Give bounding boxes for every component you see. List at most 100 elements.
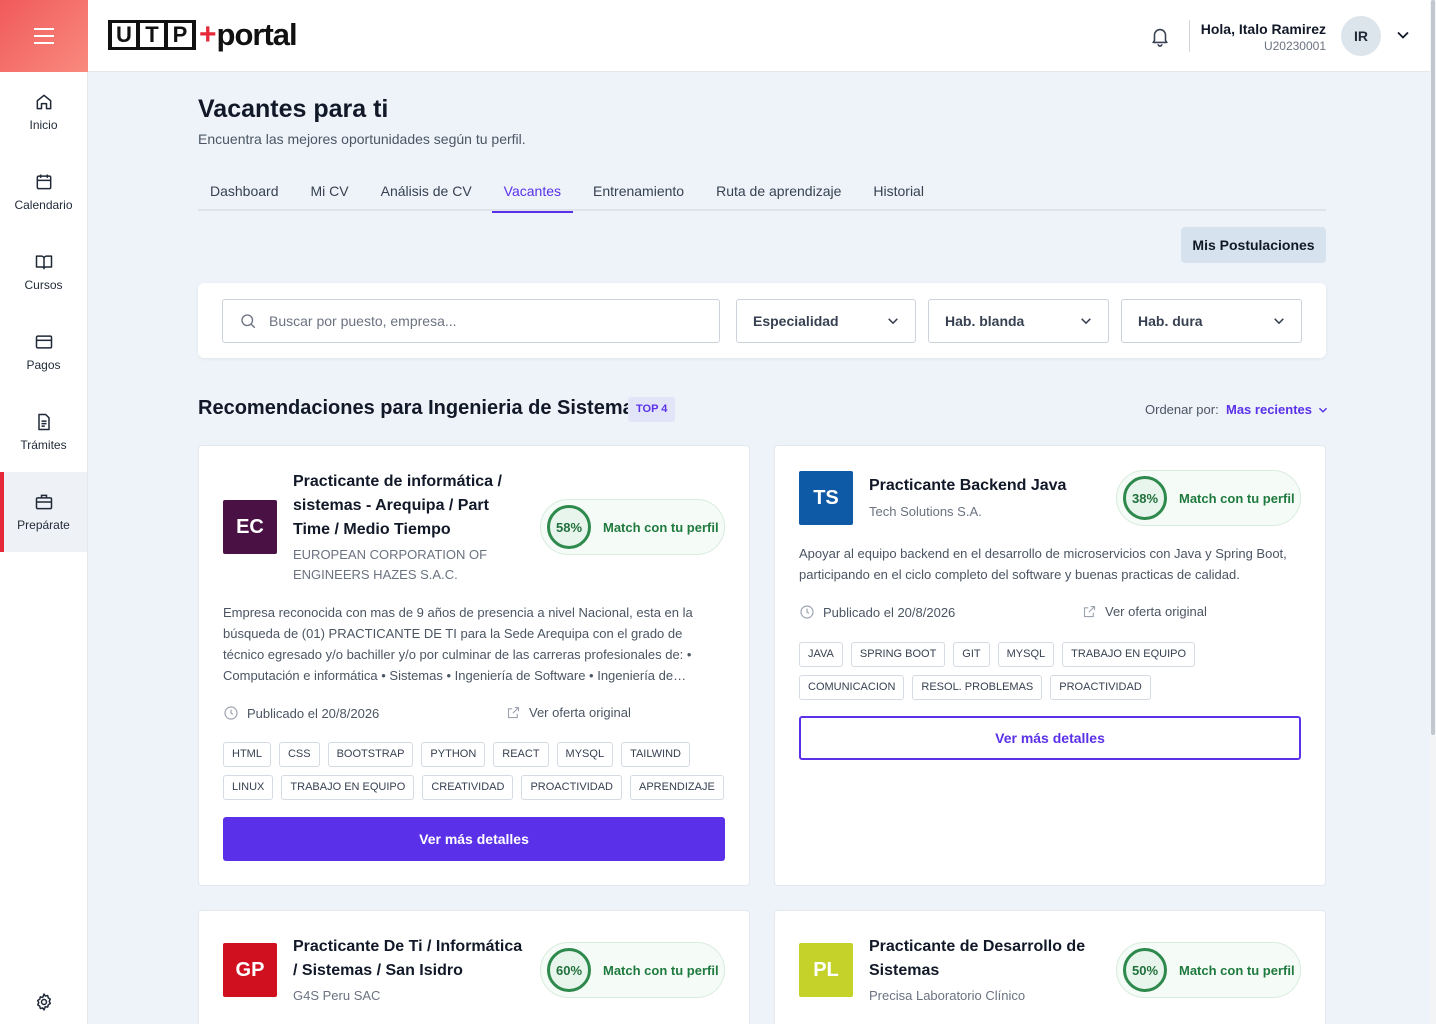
skill-tags: JAVA SPRING BOOT GIT MYSQL TRABAJO EN EQ… xyxy=(799,642,1299,700)
user-greeting: Hola, Italo Ramirez xyxy=(1200,21,1326,37)
gear-icon xyxy=(37,993,51,1011)
match-percent: 38% xyxy=(1123,476,1167,520)
hab-dura-select[interactable]: Hab. dura xyxy=(1121,299,1302,343)
job-card: EC Practicante de informática / sistemas… xyxy=(198,445,750,886)
skill-tag: APRENDIZAJE xyxy=(629,775,724,800)
chevron-down-icon xyxy=(1318,407,1328,413)
briefcase-icon xyxy=(35,494,52,510)
scroll-thumb[interactable] xyxy=(1431,0,1435,735)
skill-tag: CSS xyxy=(278,742,320,767)
sidebar: Inicio Calendario Cursos Pagos Trámites … xyxy=(0,0,88,1024)
company-name: EUROPEAN CORPORATION OF ENGINEERS HAZES … xyxy=(293,547,488,582)
external-link-icon xyxy=(1083,605,1096,618)
avatar[interactable]: IR xyxy=(1341,16,1381,56)
match-badge: 58% Match con tu perfil xyxy=(540,499,725,555)
tab-bar: Dashboard Mi CV Análisis de CV Vacantes … xyxy=(198,172,1326,213)
job-title[interactable]: Practicante Backend Java xyxy=(869,474,1104,498)
original-offer-link[interactable]: Ver oferta original xyxy=(1082,604,1207,619)
section-title: Recomendaciones para Ingenieria de Siste… xyxy=(198,397,645,419)
search-input[interactable] xyxy=(269,313,689,329)
sidebar-item-inicio[interactable]: Inicio xyxy=(0,72,87,152)
hamburger-icon xyxy=(34,28,54,44)
company-logo: TS xyxy=(799,471,853,525)
job-title[interactable]: Practicante De Ti / Informática / Sistem… xyxy=(293,935,528,983)
match-badge: 50% Match con tu perfil xyxy=(1116,942,1301,998)
especialidad-select[interactable]: Especialidad xyxy=(736,299,916,343)
skill-tag: PYTHON xyxy=(421,742,486,767)
job-description: Empresa reconocida con mas de 9 años de … xyxy=(223,605,693,683)
sidebar-item-tramites[interactable]: Trámites xyxy=(0,392,87,472)
user-code: U20230001 xyxy=(1263,39,1326,53)
chevron-down-icon xyxy=(1397,31,1409,39)
tab-historial[interactable]: Historial xyxy=(861,172,936,211)
match-label: Match con tu perfil xyxy=(1179,962,1295,978)
notifications-button[interactable] xyxy=(1149,24,1171,48)
match-percent: 58% xyxy=(547,505,591,549)
user-menu-toggle[interactable] xyxy=(1396,28,1410,47)
page-subtitle: Encuentra las mejores oportunidades segú… xyxy=(198,131,526,147)
skill-tag: PROACTIVIDAD xyxy=(521,775,622,800)
company-logo: PL xyxy=(799,943,853,997)
sidebar-item-preparate[interactable]: Prepárate xyxy=(0,472,87,552)
tab-analisis-cv[interactable]: Análisis de CV xyxy=(369,172,484,211)
sidebar-item-label: Cursos xyxy=(24,278,63,292)
company-name: G4S Peru SAC xyxy=(293,988,381,1003)
header-divider xyxy=(1189,20,1190,52)
skill-tag: PROACTIVIDAD xyxy=(1050,675,1151,700)
skill-tag: BOOTSTRAP xyxy=(327,742,414,767)
tab-dashboard[interactable]: Dashboard xyxy=(198,172,291,211)
sidebar-item-calendario[interactable]: Calendario xyxy=(0,152,87,232)
view-details-button[interactable]: Ver más detalles xyxy=(799,716,1301,760)
job-title[interactable]: Practicante de Desarrollo de Sistemas xyxy=(869,935,1104,983)
tab-ruta-aprendizaje[interactable]: Ruta de aprendizaje xyxy=(704,172,853,211)
skill-tag: JAVA xyxy=(799,642,843,667)
tab-vacantes[interactable]: Vacantes xyxy=(491,172,574,213)
sidebar-item-cursos[interactable]: Cursos xyxy=(0,232,87,312)
skill-tag: MYSQL xyxy=(997,642,1055,667)
skill-tag: REACT xyxy=(493,742,549,767)
sort-dropdown[interactable]: Mas recientes xyxy=(1226,402,1328,417)
skill-tag: RESOL. PROBLEMAS xyxy=(912,675,1043,700)
original-offer-link[interactable]: Ver oferta original xyxy=(506,705,631,720)
sort-value: Mas recientes xyxy=(1226,402,1312,417)
match-label: Match con tu perfil xyxy=(1179,490,1295,506)
sidebar-item-label: Pagos xyxy=(26,358,61,372)
top-badge: TOP 4 xyxy=(628,397,676,422)
skill-tag: SPRING BOOT xyxy=(850,642,946,667)
credit-card-icon xyxy=(35,335,52,349)
document-icon xyxy=(37,413,50,431)
calendar-icon xyxy=(36,174,51,190)
company-name: Tech Solutions S.A. xyxy=(869,504,982,519)
mis-postulaciones-button[interactable]: Mis Postulaciones xyxy=(1181,227,1326,263)
skill-tag: TRABAJO EN EQUIPO xyxy=(281,775,415,800)
utp-portal-logo[interactable]: U T P + portal xyxy=(108,17,298,52)
skill-tag: TRABAJO EN EQUIPO xyxy=(1062,642,1196,667)
sidebar-item-label: Prepárate xyxy=(17,518,70,532)
job-title[interactable]: Practicante de informática / sistemas - … xyxy=(293,470,528,542)
published-date: Publicado el 20/8/2026 xyxy=(223,705,379,721)
published-date: Publicado el 20/8/2026 xyxy=(799,604,955,620)
skill-tag: TAILWIND xyxy=(621,742,690,767)
menu-button[interactable] xyxy=(0,0,88,72)
page-scrollbar[interactable] xyxy=(1430,0,1436,1024)
search-box[interactable] xyxy=(222,299,720,343)
published-text: Publicado el 20/8/2026 xyxy=(247,705,380,721)
match-percent: 60% xyxy=(547,948,591,992)
clock-icon xyxy=(800,605,814,619)
match-percent: 50% xyxy=(1123,948,1167,992)
book-icon xyxy=(35,255,52,270)
clock-icon xyxy=(224,706,238,720)
hab-blanda-select[interactable]: Hab. blanda xyxy=(928,299,1109,343)
chevron-down-icon xyxy=(888,318,898,325)
sidebar-item-pagos[interactable]: Pagos xyxy=(0,312,87,392)
sort-label: Ordenar por: xyxy=(1145,402,1219,417)
bell-icon xyxy=(1152,28,1168,47)
view-details-button[interactable]: Ver más detalles xyxy=(223,817,725,861)
sidebar-item-label: Calendario xyxy=(14,198,73,212)
logo-word: portal xyxy=(216,17,298,52)
tab-mi-cv[interactable]: Mi CV xyxy=(299,172,361,211)
tab-entrenamiento[interactable]: Entrenamiento xyxy=(581,172,696,211)
skill-tag: HTML xyxy=(223,742,271,767)
job-card: TS Practicante Backend Java Tech Solutio… xyxy=(774,445,1326,886)
settings-button[interactable] xyxy=(0,992,88,1012)
